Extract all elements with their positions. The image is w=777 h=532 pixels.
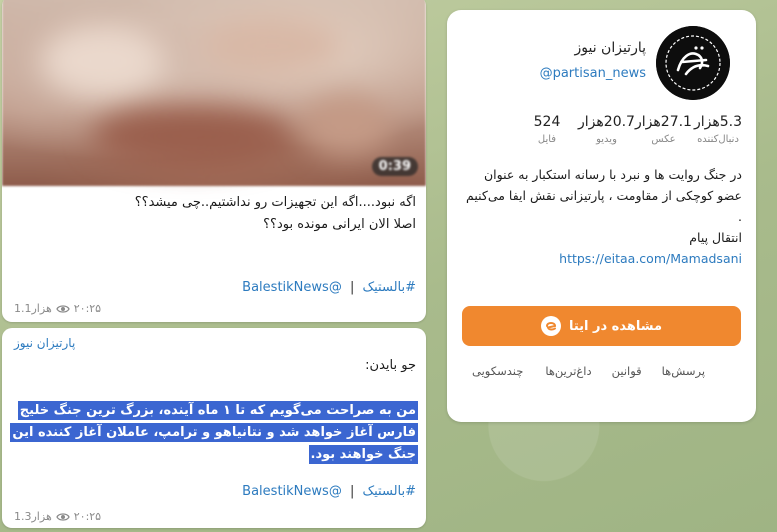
eitaa-logo-icon — [540, 316, 561, 336]
tab-faq[interactable]: پرسش‌ها — [652, 364, 715, 378]
eye-icon — [56, 512, 70, 522]
channel-mention-link[interactable]: @BalestikNews — [242, 280, 342, 295]
view-count: 1.3هزار — [14, 510, 52, 523]
view-count: 1.1هزار — [14, 302, 52, 315]
channel-avatar[interactable] — [656, 26, 730, 100]
eye-icon — [56, 304, 70, 314]
forward-message-label: انتقال پیام — [689, 230, 742, 245]
channel-description: در جنگ روایت ها و نبرد با رسانه استکبار … — [461, 164, 742, 269]
message-text: اگه نبود....اگه این تجهیزات رو نداشتیم..… — [134, 195, 416, 232]
channel-mention-link[interactable]: @BalestikNews — [242, 484, 342, 499]
stat-videos: 20.7هزار ویدیو — [578, 114, 635, 145]
tab-hottest[interactable]: داغ‌ترین‌ها — [535, 364, 601, 378]
selected-text: من به صراحت می‌گویم که تا ۱ ماه آینده، ب… — [10, 400, 418, 466]
view-in-eitaa-label: مشاهده در ایتا — [568, 318, 663, 334]
highlighted-message-text: من به صراحت می‌گویم که تا ۱ ماه آینده، ب… — [10, 401, 418, 464]
message-meta: 1.1هزار ۲۰:۲۵ — [14, 302, 101, 315]
stat-photos: 27.1هزار عکس — [635, 114, 692, 145]
message-tags: #بالستیک | @BalestikNews — [2, 484, 426, 499]
description-text: در جنگ روایت ها و نبرد با رسانه استکبار … — [466, 167, 742, 203]
message-tags: #بالستیک | @BalestikNews — [2, 280, 426, 295]
stat-label: عکس — [651, 134, 676, 145]
stat-followers: 5.3هزار دنبال‌کننده — [692, 114, 744, 145]
message-video-post: 0:39 اگه نبود....اگه این تجهیزات رو نداش… — [2, 0, 426, 322]
video-thumbnail[interactable]: 0:39 — [2, 0, 426, 186]
stat-value: 27.1هزار — [635, 114, 692, 130]
message-sender[interactable]: پارتیزان نیوز — [2, 328, 87, 350]
description-dot: . — [738, 209, 742, 224]
channel-tabs: چندسکویی داغ‌ترین‌ها قوانین پرسش‌ها — [462, 364, 741, 378]
stat-value: 20.7هزار — [578, 114, 635, 130]
message-meta: 1.3هزار ۲۰:۲۵ — [14, 510, 101, 523]
view-in-eitaa-button[interactable]: مشاهده در ایتا — [462, 306, 741, 346]
channel-stats: 5.3هزار دنبال‌کننده 27.1هزار عکس 20.7هزا… — [516, 114, 744, 145]
hashtag-link[interactable]: #بالستیک — [362, 280, 416, 295]
message-time: ۲۰:۲۵ — [73, 510, 102, 523]
hashtag-link[interactable]: #بالستیک — [362, 484, 416, 499]
channel-info-card: پارتیزان نیوز @partisan_news 5.3هزار دنب… — [447, 10, 756, 422]
stat-label: فایل — [537, 134, 557, 145]
channel-link[interactable]: https://eitaa.com/Mamadsani — [461, 248, 742, 269]
tab-multiplatform[interactable]: چندسکویی — [462, 364, 535, 378]
stat-label: ویدیو — [596, 134, 617, 145]
message-time: ۲۰:۲۵ — [73, 302, 102, 315]
stat-value: 524 — [533, 114, 561, 130]
message-feed: 0:39 اگه نبود....اگه این تجهیزات رو نداش… — [0, 0, 428, 532]
stat-value: 5.3هزار — [693, 114, 743, 130]
tab-rules[interactable]: قوانین — [602, 364, 652, 378]
tag-separator: | — [349, 484, 355, 499]
video-duration-badge: 0:39 — [371, 157, 418, 176]
tag-separator: | — [349, 280, 355, 295]
stat-files: 524 فایل — [516, 114, 578, 145]
message-text-line: جو بایدن: — [365, 358, 416, 373]
channel-name: پارتیزان نیوز — [574, 40, 646, 56]
channel-handle[interactable]: @partisan_news — [540, 66, 646, 81]
stat-label: دنبال‌کننده — [697, 134, 739, 145]
message-text-post: پارتیزان نیوز جو بایدن: من به صراحت می‌گ… — [2, 328, 426, 528]
